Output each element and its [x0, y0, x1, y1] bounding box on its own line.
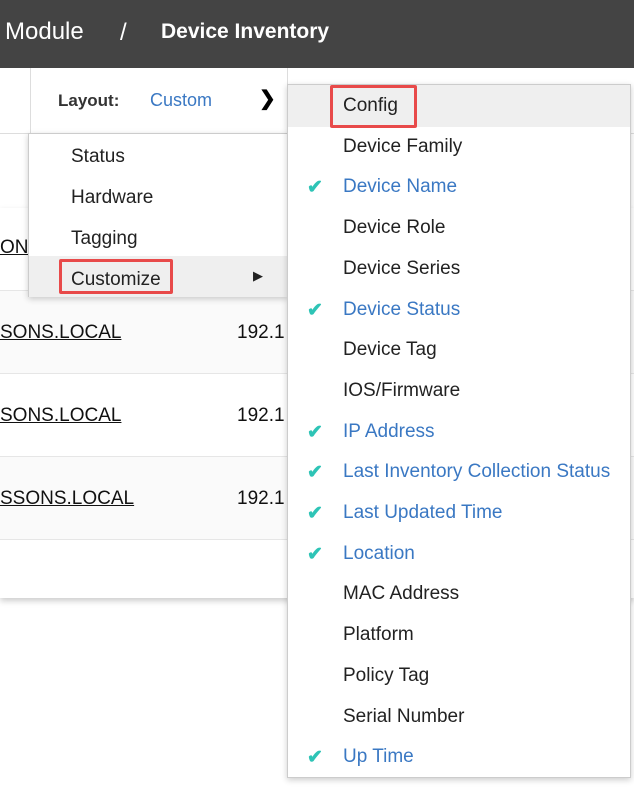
- column-option-label: Device Name: [343, 176, 458, 198]
- device-name-link[interactable]: ON: [0, 237, 29, 259]
- column-option-device-family[interactable]: Device Family: [343, 136, 634, 158]
- column-option-ios-firmware[interactable]: IOS/Firmware: [343, 380, 634, 402]
- column-option-label: Device Tag: [343, 339, 437, 361]
- submenu-arrow-icon: ▶: [253, 268, 263, 283]
- column-option-policy-tag[interactable]: Policy Tag: [343, 665, 634, 687]
- checkmark-icon: ✔: [307, 462, 323, 484]
- column-option-label: Device Series: [343, 257, 461, 279]
- device-name-link[interactable]: SONS.LOCAL: [0, 322, 121, 344]
- column-option-device-series[interactable]: Device Series: [343, 258, 634, 280]
- column-option-label: Last Inventory Collection Status: [343, 461, 611, 483]
- column-option-ip-address[interactable]: ✔ IP Address: [307, 420, 634, 443]
- page-title: Device Inventory: [161, 20, 330, 43]
- column-option-up-time[interactable]: ✔ Up Time: [307, 746, 634, 768]
- checkmark-icon: ✔: [307, 177, 323, 199]
- column-option-label: Location: [343, 542, 415, 564]
- column-option-last-inventory-collection-status[interactable]: ✔ Last Inventory Collection Status: [307, 461, 634, 483]
- column-option-device-status[interactable]: ✔ Device Status: [307, 298, 634, 321]
- checkmark-icon: ✔: [307, 421, 323, 443]
- column-option-label: IP Address: [343, 420, 435, 442]
- layout-menu-item-status[interactable]: Status: [71, 146, 125, 168]
- ip-address: 192.1: [237, 405, 285, 426]
- checkmark-icon: ✔: [307, 503, 323, 524]
- chevron-down-icon[interactable]: ❯: [259, 86, 276, 111]
- layout-value[interactable]: Custom: [150, 90, 212, 111]
- column-option-location[interactable]: ✔ Location: [307, 542, 634, 565]
- column-option-label: MAC Address: [343, 583, 460, 605]
- column-option-label: Serial Number: [343, 705, 465, 727]
- breadcrumb-module[interactable]: Module: [5, 18, 84, 46]
- column-option-label: Device Family: [343, 135, 463, 157]
- layout-menu: Status Hardware Tagging Customize ▶: [28, 133, 288, 297]
- layout-selector[interactable]: Layout: Custom ❯: [30, 68, 288, 134]
- column-option-device-name[interactable]: ✔ Device Name: [307, 176, 634, 198]
- checkmark-icon: ✔: [307, 299, 323, 321]
- column-option-device-tag[interactable]: Device Tag: [343, 339, 634, 361]
- layout-menu-item-tagging[interactable]: Tagging: [71, 228, 138, 250]
- column-option-label: Last Updated Time: [343, 502, 503, 523]
- column-option-label: Device Status: [343, 298, 461, 320]
- column-option-label: Device Role: [343, 217, 446, 239]
- column-option-platform[interactable]: Platform: [343, 624, 634, 646]
- checkmark-icon: ✔: [307, 543, 323, 565]
- column-option-mac-address[interactable]: MAC Address: [343, 583, 634, 605]
- column-option-label: IOS/Firmware: [343, 379, 461, 401]
- column-option-label: Platform: [343, 624, 414, 646]
- layout-label: Layout:: [58, 91, 120, 110]
- column-option-label: Policy Tag: [343, 664, 430, 686]
- ip-address: 192.1: [237, 322, 285, 343]
- checkmark-icon: ✔: [307, 747, 323, 769]
- column-option-device-role[interactable]: Device Role: [343, 217, 634, 239]
- column-option-label: Up Time: [343, 746, 414, 768]
- highlight-box: [330, 85, 417, 128]
- highlight-box: [59, 259, 173, 294]
- ip-address: 192.1: [237, 488, 285, 509]
- device-name-link[interactable]: SSONS.LOCAL: [0, 488, 134, 510]
- breadcrumb-separator: /: [120, 19, 127, 46]
- layout-menu-item-hardware[interactable]: Hardware: [71, 187, 153, 209]
- columns-menu: Config Device Family ✔ Device Name Device Ro…: [287, 84, 631, 778]
- column-option-serial-number[interactable]: Serial Number: [343, 706, 634, 728]
- app-header: Module / Device Inventory: [0, 0, 634, 68]
- column-option-last-updated-time[interactable]: ✔ Last Updated Time: [307, 502, 634, 524]
- device-name-link[interactable]: SONS.LOCAL: [0, 405, 121, 427]
